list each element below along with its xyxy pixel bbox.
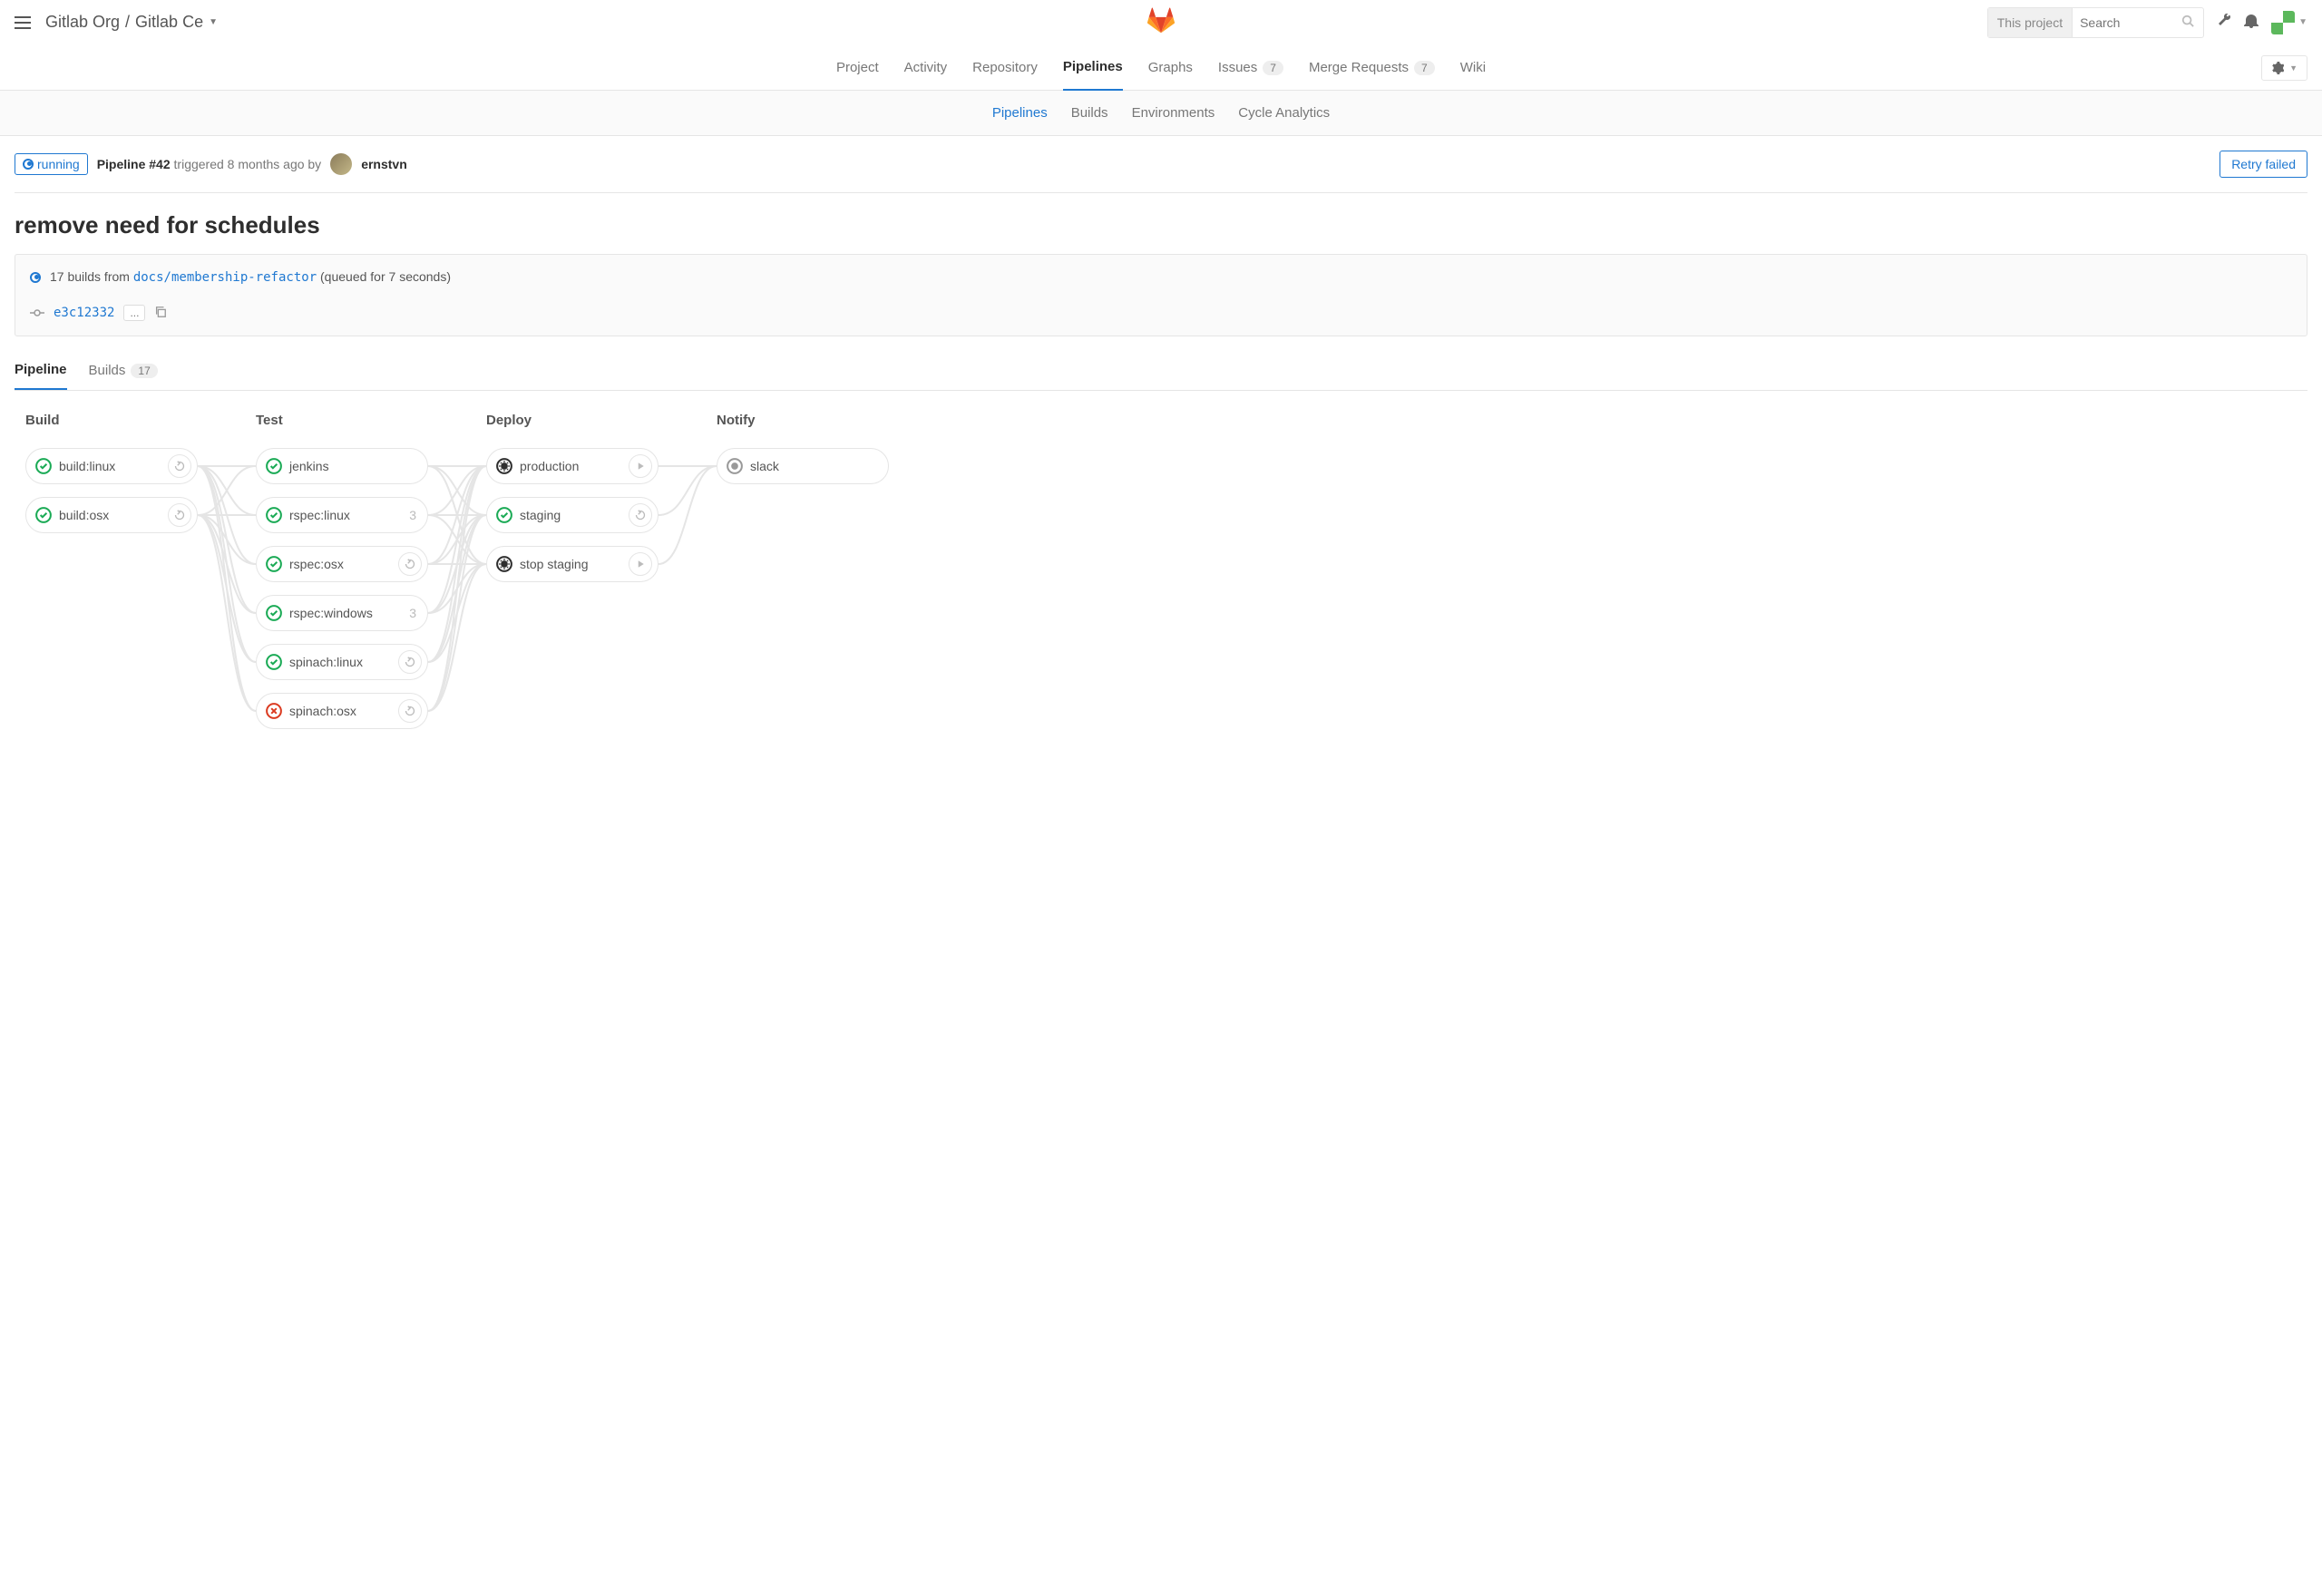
settings-dropdown[interactable]: ▼: [2261, 55, 2307, 81]
chevron-down-icon: ▼: [2298, 17, 2307, 27]
chevron-down-icon: ▼: [2289, 63, 2298, 73]
play-button[interactable]: [629, 454, 652, 478]
subnav-cycle-analytics[interactable]: Cycle Analytics: [1238, 105, 1330, 121]
job-spinach-osx[interactable]: spinach:osx: [256, 693, 428, 729]
nav-activity[interactable]: Activity: [904, 45, 948, 91]
success-icon: [266, 458, 282, 474]
nav-wiki[interactable]: Wiki: [1460, 45, 1486, 91]
running-icon: [23, 159, 34, 170]
running-icon: [30, 272, 41, 283]
job-rspec-windows[interactable]: rspec:windows3: [256, 595, 428, 631]
stage-notify: Notify slack: [717, 413, 889, 729]
success-icon: [35, 458, 52, 474]
tab-builds[interactable]: Builds 17: [89, 351, 158, 390]
success-icon: [35, 507, 52, 523]
wrench-icon[interactable]: [2217, 14, 2231, 31]
nav-graphs[interactable]: Graphs: [1148, 45, 1193, 91]
retry-failed-button[interactable]: Retry failed: [2220, 151, 2307, 178]
user-menu[interactable]: ▼: [2271, 11, 2307, 34]
subnav-pipelines[interactable]: Pipelines: [992, 105, 1048, 121]
search-icon[interactable]: [2172, 15, 2203, 30]
success-icon: [266, 605, 282, 621]
stage-title: Test: [256, 413, 428, 435]
success-icon: [266, 654, 282, 670]
retry-button[interactable]: [168, 454, 191, 478]
bell-icon[interactable]: [2244, 14, 2259, 31]
commit-icon: [30, 306, 44, 320]
manual-icon: [496, 458, 512, 474]
search-input[interactable]: [2073, 8, 2172, 37]
nav-project[interactable]: Project: [836, 45, 879, 91]
stage-build: Build build:linux build:osx: [25, 413, 198, 729]
stage-title: Notify: [717, 413, 889, 435]
breadcrumb-project: Gitlab Ce: [135, 13, 203, 32]
search-scope[interactable]: This project: [1988, 8, 2073, 37]
status-badge: running: [15, 153, 88, 175]
job-staging[interactable]: staging: [486, 497, 659, 533]
menu-toggle[interactable]: [15, 16, 31, 29]
breadcrumb-org: Gitlab Org: [45, 13, 120, 32]
nav-issues[interactable]: Issues7: [1218, 45, 1283, 91]
success-icon: [266, 556, 282, 572]
search-box[interactable]: This project: [1987, 7, 2204, 38]
breadcrumb[interactable]: Gitlab Org / Gitlab Ce ▼: [45, 13, 218, 32]
gitlab-logo[interactable]: [1147, 7, 1175, 37]
subnav-environments[interactable]: Environments: [1132, 105, 1215, 121]
stage-test: Test jenkins rspec:linux3 rspec:osx rspec:wi…: [256, 413, 428, 729]
manual-icon: [496, 556, 512, 572]
stage-title: Deploy: [486, 413, 659, 435]
job-build-linux[interactable]: build:linux: [25, 448, 198, 484]
success-icon: [496, 507, 512, 523]
nav-repository[interactable]: Repository: [972, 45, 1038, 91]
avatar: [2271, 11, 2295, 34]
stage-title: Build: [25, 413, 198, 435]
author-name[interactable]: ernstvn: [361, 157, 407, 171]
branch-link[interactable]: docs/membership-refactor: [133, 270, 317, 285]
nav-pipelines[interactable]: Pipelines: [1063, 45, 1123, 91]
failed-icon: [266, 703, 282, 719]
job-slack[interactable]: slack: [717, 448, 889, 484]
retry-button[interactable]: [398, 650, 422, 674]
job-stop-staging[interactable]: stop staging: [486, 546, 659, 582]
tab-pipeline[interactable]: Pipeline: [15, 351, 67, 390]
copy-icon[interactable]: [154, 306, 167, 321]
retry-button[interactable]: [398, 552, 422, 576]
pipeline-id: Pipeline #42: [97, 157, 171, 171]
job-production[interactable]: production: [486, 448, 659, 484]
gear-icon: [2271, 62, 2284, 74]
stage-deploy: Deploy production staging stop staging: [486, 413, 659, 729]
job-rspec-osx[interactable]: rspec:osx: [256, 546, 428, 582]
success-icon: [266, 507, 282, 523]
retry-button[interactable]: [398, 699, 422, 723]
job-build-osx[interactable]: build:osx: [25, 497, 198, 533]
page-title: remove need for schedules: [15, 193, 2307, 254]
chevron-down-icon: ▼: [209, 17, 218, 27]
job-jenkins[interactable]: jenkins: [256, 448, 428, 484]
subnav-builds[interactable]: Builds: [1071, 105, 1108, 121]
retry-button[interactable]: [629, 503, 652, 527]
author-avatar[interactable]: [330, 153, 352, 175]
expand-message-button[interactable]: ...: [123, 305, 145, 321]
job-spinach-linux[interactable]: spinach:linux: [256, 644, 428, 680]
commit-sha[interactable]: e3c12332: [54, 306, 114, 320]
nav-merge-requests[interactable]: Merge Requests7: [1309, 45, 1435, 91]
play-button[interactable]: [629, 552, 652, 576]
created-icon: [727, 458, 743, 474]
job-rspec-linux[interactable]: rspec:linux3: [256, 497, 428, 533]
retry-button[interactable]: [168, 503, 191, 527]
